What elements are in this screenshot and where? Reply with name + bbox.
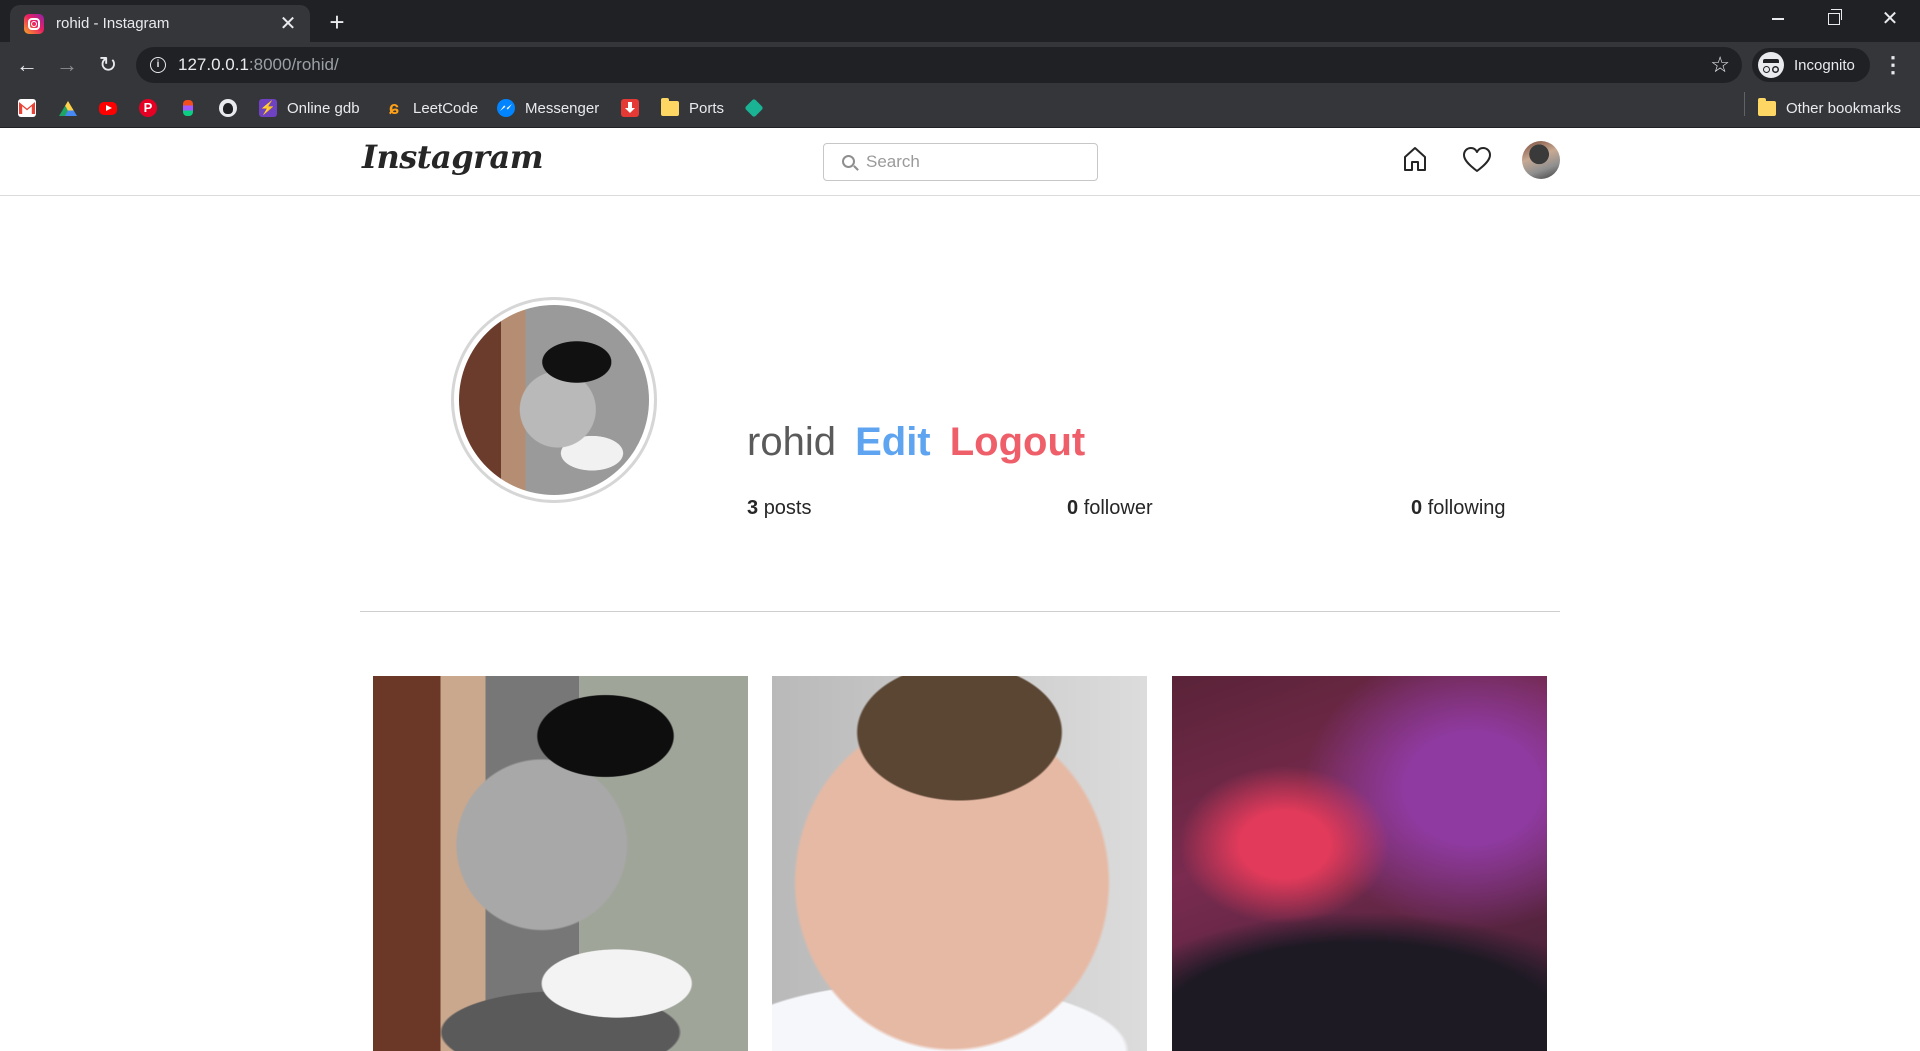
url-path: :8000/rohid/ [248, 55, 339, 74]
bookmark-gmail[interactable] [18, 96, 36, 120]
browser-menu-icon[interactable]: ⋮ [1882, 50, 1904, 80]
followers-stat[interactable]: 0 follower [1067, 497, 1153, 520]
following-stat[interactable]: 0 following [1411, 497, 1506, 520]
google-drive-icon [59, 99, 77, 117]
incognito-icon [1758, 52, 1784, 78]
bookmark-youtube[interactable] [99, 96, 117, 120]
minimize-icon [1772, 18, 1784, 20]
back-button[interactable]: ← [12, 50, 42, 80]
pinterest-icon: P [139, 99, 157, 117]
tab-title: rohid - Instagram [56, 15, 170, 32]
gmail-icon [18, 99, 36, 117]
incognito-indicator[interactable]: Incognito [1752, 48, 1870, 82]
profile-divider [360, 611, 1560, 612]
browser-tab[interactable]: rohid - Instagram ✕ [10, 5, 310, 42]
followers-count: 0 [1067, 497, 1079, 519]
search-box[interactable] [823, 143, 1098, 181]
figma-icon [179, 99, 197, 117]
followers-label: follower [1083, 497, 1153, 519]
post-thumbnail[interactable] [1172, 676, 1547, 1051]
profile-username: rohid [747, 420, 836, 464]
following-label: following [1427, 497, 1506, 519]
bookmark-label: Messenger [525, 99, 600, 117]
home-icon[interactable] [1401, 145, 1429, 173]
post-thumbnail[interactable] [373, 676, 748, 1051]
search-icon [842, 155, 855, 168]
heart-icon[interactable] [1462, 146, 1492, 174]
bookmarks-separator [1744, 92, 1745, 116]
folder-icon [661, 97, 679, 116]
bookmark-label: LeetCode [413, 99, 479, 117]
instagram-favicon-icon [24, 13, 44, 34]
tab-close-icon[interactable]: ✕ [278, 14, 298, 34]
posts-label: posts [763, 497, 812, 519]
bookmark-star-icon[interactable]: ☆ [1710, 52, 1730, 78]
posts-count: 3 [747, 497, 759, 519]
bookmark-online-gdb[interactable]: ⚡ Online gdb [259, 96, 360, 120]
tab-strip: rohid - Instagram ✕ + ✕ [0, 0, 1920, 42]
close-icon: ✕ [1881, 8, 1899, 30]
bookmark-figma[interactable] [179, 96, 197, 120]
leetcode-icon: ɕ [388, 98, 399, 118]
instagram-page: Instagram rohid Edit Logout 3 posts 0 fo… [0, 128, 1920, 1051]
bookmark-github[interactable] [219, 96, 237, 120]
gdb-icon: ⚡ [259, 99, 277, 117]
folder-icon [1758, 97, 1776, 116]
bookmark-drive[interactable] [59, 96, 77, 120]
following-count: 0 [1411, 497, 1423, 519]
bookmark-folder-ports[interactable]: Ports [661, 96, 724, 120]
restore-button[interactable] [1806, 0, 1862, 38]
youtube-icon [99, 101, 117, 115]
bookmarks-bar: P ⚡ Online gdb ɕ LeetCode Messenger Ports … [0, 88, 1920, 128]
bookmark-diamond[interactable] [744, 96, 764, 120]
close-window-button[interactable]: ✕ [1862, 0, 1918, 38]
profile-picture[interactable] [459, 305, 649, 495]
minimize-button[interactable] [1750, 0, 1806, 38]
bookmark-leetcode[interactable]: ɕ LeetCode [385, 96, 478, 120]
other-bookmarks-label: Other bookmarks [1786, 99, 1902, 117]
post-thumbnail[interactable] [772, 676, 1147, 1051]
edit-profile-link[interactable]: Edit [855, 420, 931, 464]
other-bookmarks-folder[interactable]: Other bookmarks [1758, 96, 1901, 120]
instagram-header: Instagram [0, 128, 1920, 196]
restore-icon [1828, 9, 1842, 25]
github-icon [219, 99, 237, 117]
profile-name-row: rohid Edit Logout [747, 420, 1085, 465]
logout-link[interactable]: Logout [950, 420, 1086, 464]
profile-avatar-button[interactable] [1522, 141, 1560, 179]
download-icon [621, 99, 639, 117]
posts-stat: 3 posts [747, 497, 812, 520]
bookmark-pinterest[interactable]: P [139, 96, 157, 120]
instagram-logo[interactable]: Instagram [362, 138, 544, 176]
bookmark-download[interactable] [621, 96, 639, 120]
browser-toolbar: ← → ↻ i 127.0.0.1:8000/rohid/ ☆ Incognit… [0, 42, 1920, 88]
forward-button[interactable]: → [52, 50, 82, 80]
bookmark-label: Online gdb [287, 99, 360, 117]
url-host: 127.0.0.1 [178, 55, 249, 74]
reload-button[interactable]: ↻ [93, 50, 123, 80]
bookmark-messenger[interactable]: Messenger [497, 96, 599, 120]
url-text[interactable]: 127.0.0.1:8000/rohid/ [178, 55, 339, 75]
bookmark-label: Ports [689, 99, 725, 117]
new-tab-button[interactable]: + [322, 8, 352, 38]
diamond-icon [744, 98, 764, 118]
address-bar[interactable]: i 127.0.0.1:8000/rohid/ ☆ [136, 47, 1742, 83]
incognito-label: Incognito [1794, 56, 1855, 74]
site-info-icon[interactable]: i [150, 57, 166, 73]
search-input[interactable] [866, 152, 1086, 172]
browser-chrome: rohid - Instagram ✕ + ✕ ← → ↻ i 127.0.0.… [0, 0, 1920, 128]
messenger-icon [497, 99, 515, 117]
